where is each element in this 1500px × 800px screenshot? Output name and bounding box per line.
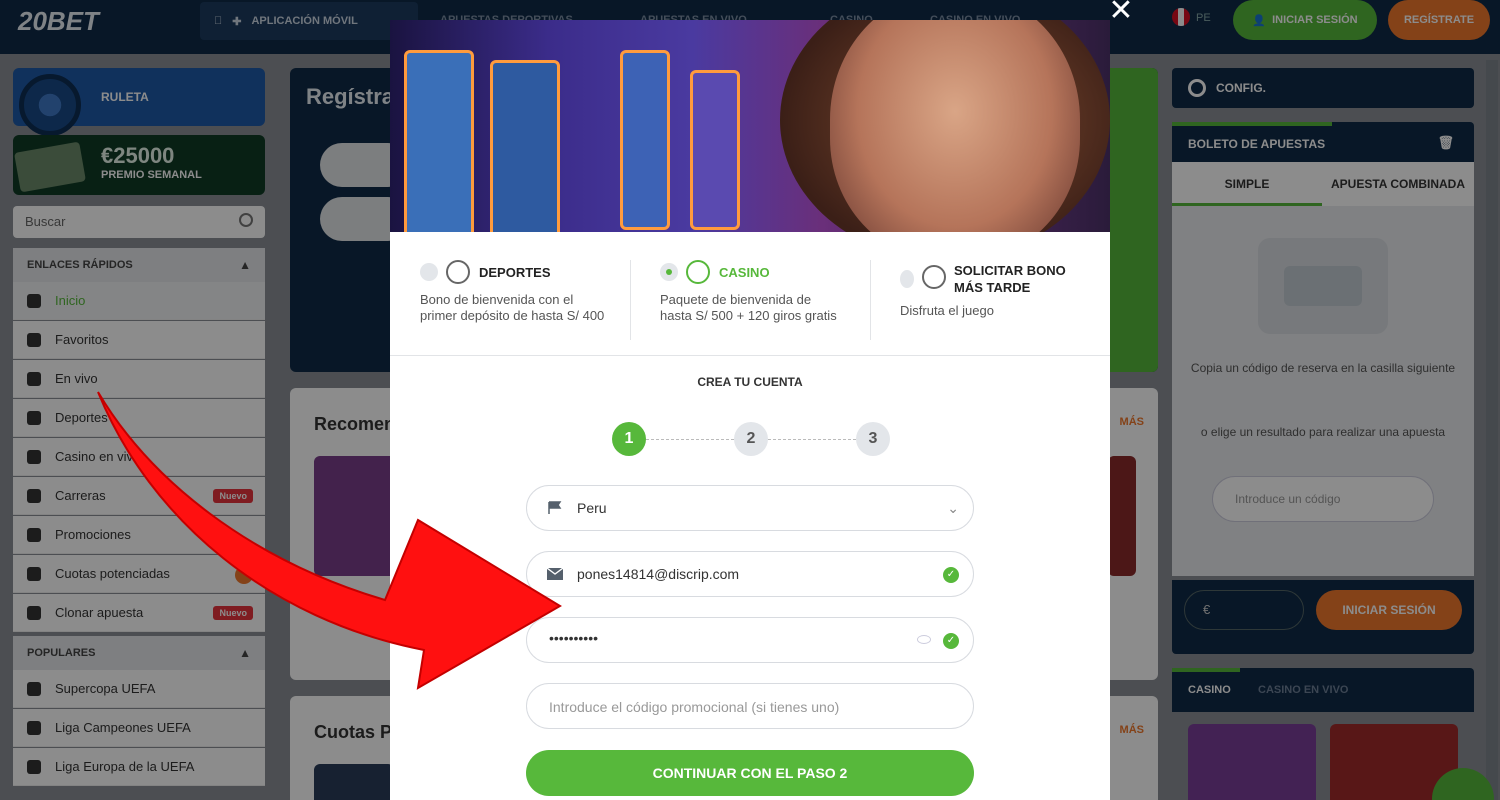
flag-icon	[548, 501, 562, 514]
step-connector	[646, 439, 734, 440]
radio-button-selected[interactable]	[660, 263, 678, 281]
radio-button[interactable]	[420, 263, 438, 281]
promo-code-input[interactable]: Introduce el código promocional (si tien…	[526, 683, 974, 729]
chevron-down-icon: ⌄	[947, 500, 959, 516]
bonus-selector: DEPORTES Bono de bienvenida con el prime…	[390, 232, 1110, 356]
step-connector	[768, 439, 856, 440]
step-indicator: 1 2 3	[612, 422, 890, 456]
continue-step-2-button[interactable]: CONTINUAR CON EL PASO 2	[526, 750, 974, 796]
slot-machine-illustration	[690, 70, 740, 230]
bonus-option-deportes[interactable]: DEPORTES Bono de bienvenida con el prime…	[420, 260, 610, 340]
woman-face-illustration	[830, 20, 1080, 232]
bonus-desc: Bono de bienvenida con el primer depósit…	[420, 292, 605, 323]
bonus-title: CASINO	[719, 265, 770, 280]
ferris-wheel-icon	[686, 260, 710, 284]
email-value: pones14814@discrip.com	[577, 566, 740, 582]
check-icon: ✓	[943, 633, 959, 649]
slot-machine-illustration	[404, 50, 474, 232]
slot-machine-illustration	[620, 50, 670, 230]
divider	[630, 260, 631, 340]
email-field[interactable]: pones14814@discrip.com ✓	[526, 551, 974, 597]
step-1: 1	[612, 422, 646, 456]
check-icon: ✓	[943, 567, 959, 583]
step-2: 2	[734, 422, 768, 456]
radio-button[interactable]	[900, 270, 914, 288]
no-entry-icon	[922, 265, 946, 289]
bonus-option-casino[interactable]: CASINO Paquete de bienvenida de hasta S/…	[660, 260, 850, 340]
bonus-desc: Disfruta el juego	[900, 303, 994, 318]
registration-modal: DEPORTES Bono de bienvenida con el prime…	[390, 20, 1110, 800]
hero-image	[390, 20, 1110, 232]
divider	[870, 260, 871, 340]
soccer-ball-icon	[446, 260, 470, 284]
form-title: CREA TU CUENTA	[697, 375, 803, 389]
country-select[interactable]: Peru ⌄	[526, 485, 974, 531]
bonus-option-later[interactable]: SOLICITAR BONO MÁS TARDE Disfruta el jue…	[900, 260, 1090, 340]
bonus-desc: Paquete de bienvenida de hasta S/ 500 + …	[660, 292, 837, 323]
password-field[interactable]: •••••••••• ✓	[526, 617, 974, 663]
country-value: Peru	[577, 500, 607, 516]
slot-machine-illustration	[490, 60, 560, 232]
mail-icon	[547, 567, 563, 580]
bonus-title: DEPORTES	[479, 265, 551, 280]
bonus-title: SOLICITAR BONO MÁS TARDE	[954, 263, 1066, 295]
step-3: 3	[856, 422, 890, 456]
eye-icon[interactable]	[917, 635, 931, 644]
promo-placeholder: Introduce el código promocional (si tien…	[549, 699, 840, 715]
close-icon[interactable]: ✕	[1108, 0, 1134, 26]
password-value: ••••••••••	[549, 630, 599, 646]
